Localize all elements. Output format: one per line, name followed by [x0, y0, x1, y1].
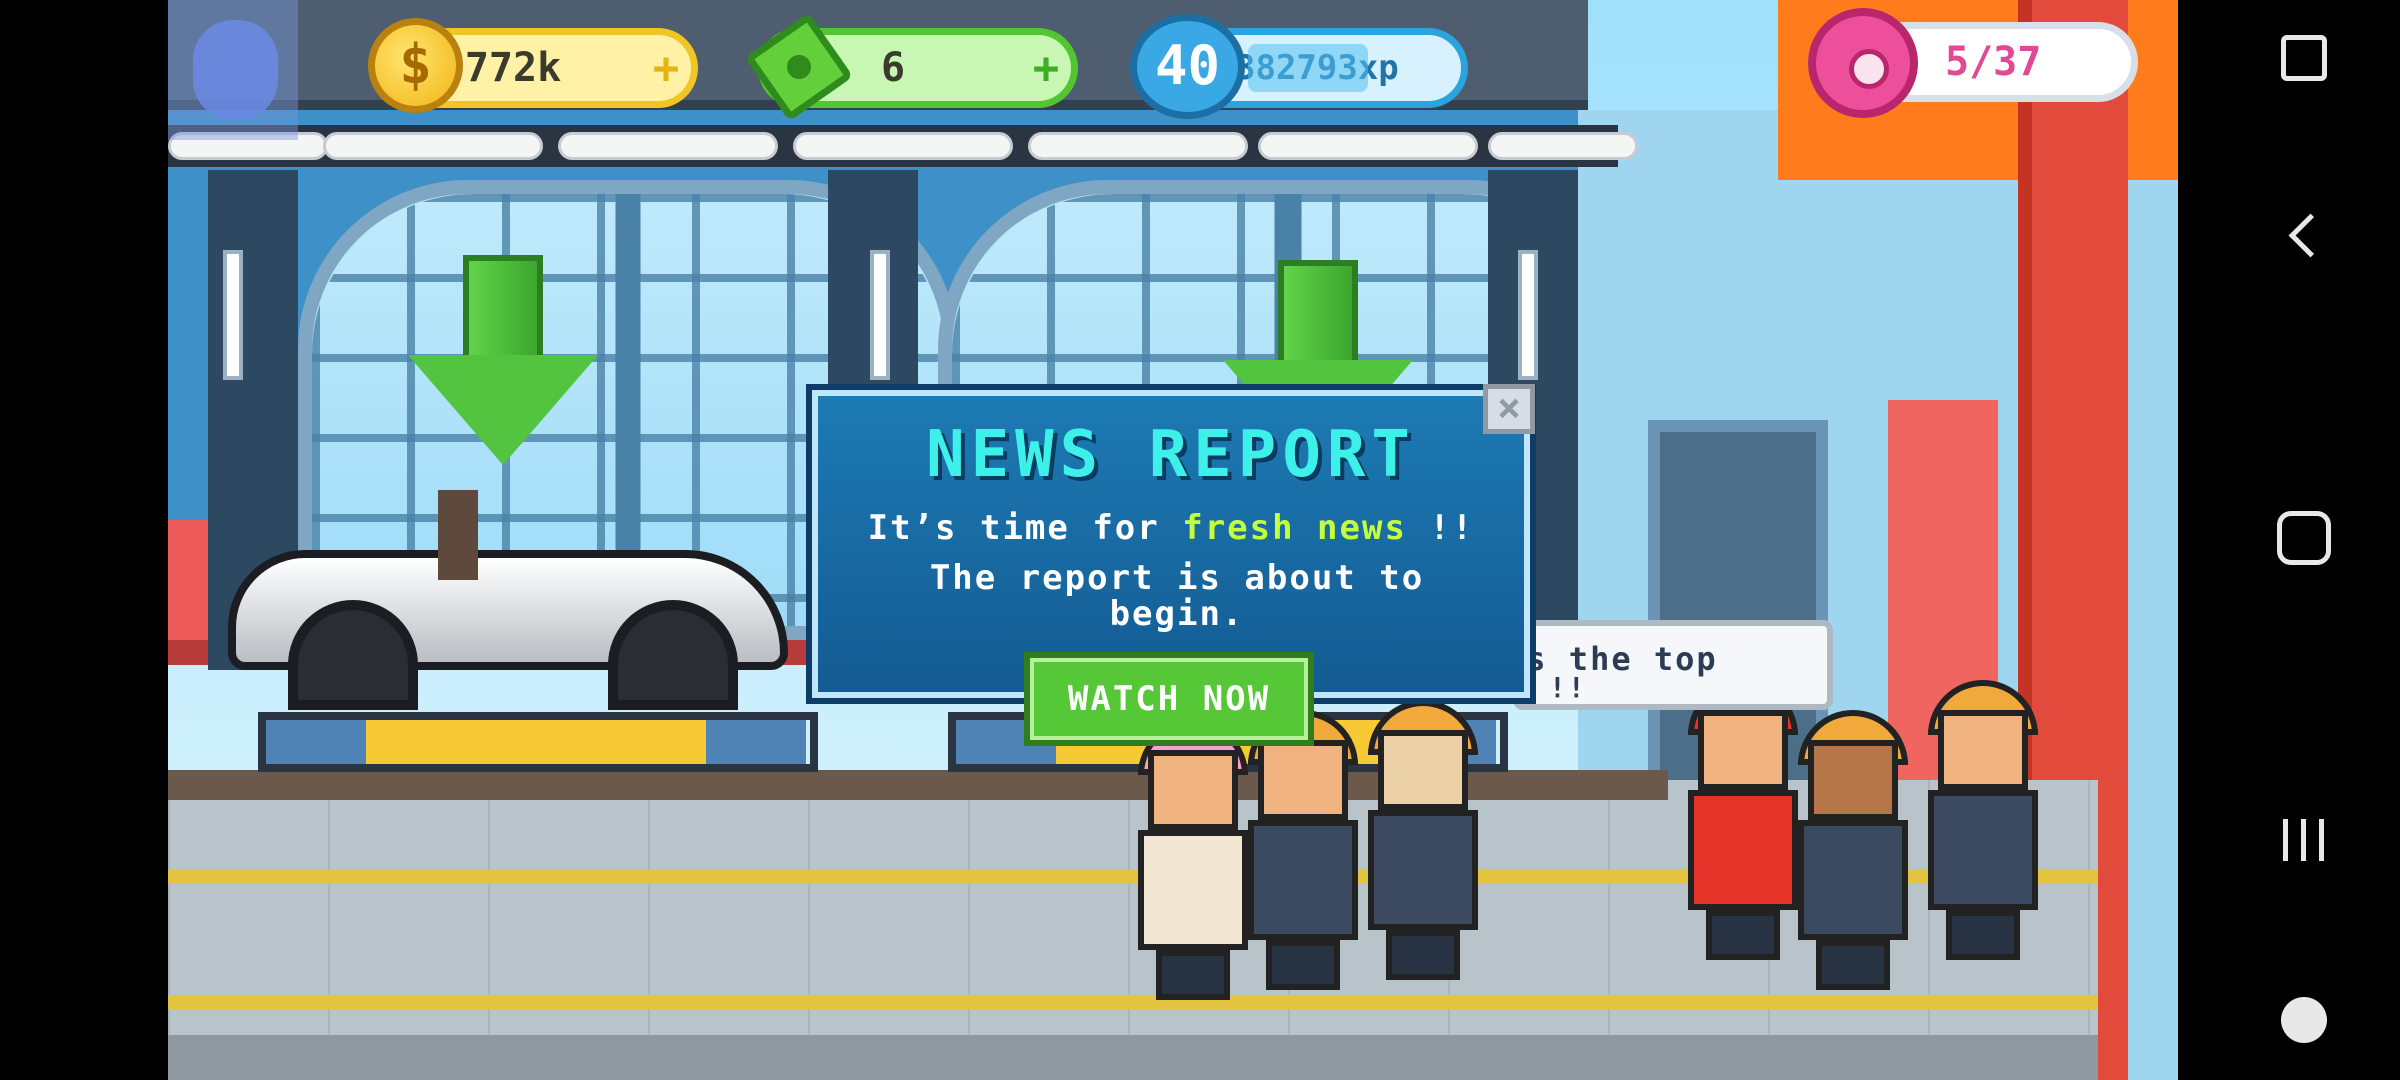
game-launcher-icon[interactable] [2274, 990, 2334, 1050]
watch-now-button[interactable]: WATCH NOW [1024, 652, 1314, 746]
recents-icon[interactable] [2274, 810, 2334, 870]
dialog-message-line2: The report is about to begin. [929, 558, 1425, 634]
ceiling-light [1488, 132, 1638, 160]
wall-lamp [223, 250, 243, 380]
dialog-message-line1: It’s time for fresh news !! [812, 508, 1530, 548]
car-in-assembly[interactable] [208, 470, 798, 710]
system-nav-bar [2178, 0, 2400, 1080]
wall-lamp [1518, 250, 1538, 380]
assembly-trolley [258, 712, 818, 772]
level-badge-icon: 40 [1130, 14, 1245, 119]
arrow-down-icon[interactable] [408, 255, 598, 465]
speech-text-exclaim: !! [1549, 671, 1587, 704]
ceiling-light [1028, 132, 1248, 160]
dollar-coin-icon: $ [368, 18, 463, 113]
message-text: It’s time for [867, 508, 1183, 548]
ceiling-light [793, 132, 1013, 160]
xp-progress-bar [1248, 44, 1368, 92]
donut-icon [1808, 8, 1918, 118]
speech-bubble: is the top !! [1513, 620, 1833, 710]
dialog-title: NEWS REPORT [926, 418, 1416, 492]
message-text: !! [1406, 508, 1475, 548]
close-dialog-button[interactable]: × [1483, 384, 1535, 434]
add-coins-button[interactable]: + [641, 43, 691, 94]
floor-edge [168, 1035, 2098, 1080]
game-viewport[interactable]: is the top !! 772k + $ 6 + 382793xp 40 5… [168, 0, 2178, 1080]
back-icon[interactable] [2274, 205, 2334, 265]
ceiling-light [558, 132, 778, 160]
home-icon[interactable] [2274, 508, 2334, 568]
wall-lamp [870, 250, 890, 380]
player-avatar[interactable] [168, 0, 298, 140]
add-cash-button[interactable]: + [1021, 43, 1071, 94]
ceiling-light [1258, 132, 1478, 160]
ceiling-light [323, 132, 543, 160]
screen-tool-icon[interactable] [2274, 28, 2334, 88]
message-highlight: fresh news [1182, 508, 1407, 548]
